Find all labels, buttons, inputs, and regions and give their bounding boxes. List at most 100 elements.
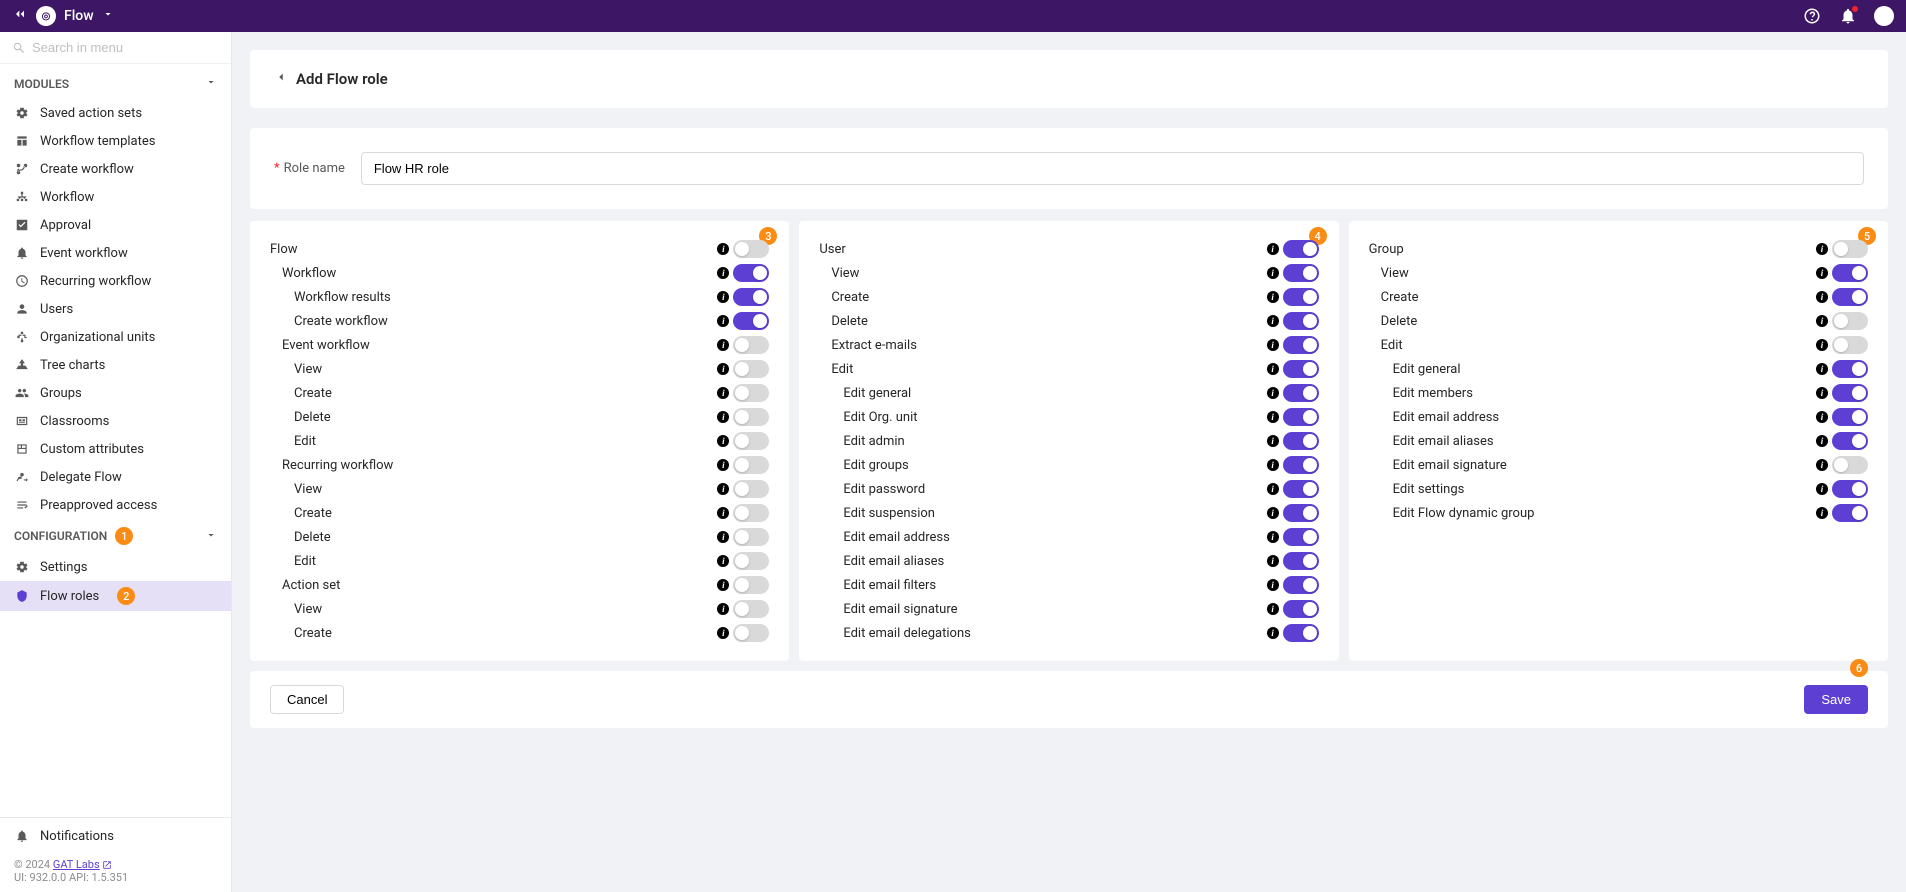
sidebar-item-event-workflow[interactable]: Event workflow: [0, 239, 231, 267]
permission-toggle[interactable]: [1283, 360, 1319, 378]
permission-toggle[interactable]: [733, 432, 769, 450]
info-icon[interactable]: i: [717, 411, 729, 423]
info-icon[interactable]: i: [717, 627, 729, 639]
copyright-link[interactable]: GAT Labs: [53, 858, 100, 871]
info-icon[interactable]: i: [1816, 435, 1828, 447]
permission-toggle[interactable]: [1283, 480, 1319, 498]
permission-toggle[interactable]: [1832, 384, 1868, 402]
info-icon[interactable]: i: [717, 435, 729, 447]
info-icon[interactable]: i: [1267, 627, 1279, 639]
permission-toggle[interactable]: [1283, 384, 1319, 402]
info-icon[interactable]: i: [1267, 315, 1279, 327]
permission-toggle[interactable]: [1283, 504, 1319, 522]
permission-toggle[interactable]: [733, 312, 769, 330]
cancel-button[interactable]: Cancel: [270, 685, 344, 714]
permission-toggle[interactable]: [733, 528, 769, 546]
info-icon[interactable]: i: [717, 363, 729, 375]
info-icon[interactable]: i: [1267, 267, 1279, 279]
info-icon[interactable]: i: [1267, 459, 1279, 471]
permission-toggle[interactable]: [1283, 288, 1319, 306]
info-icon[interactable]: i: [1267, 579, 1279, 591]
role-name-input[interactable]: [361, 152, 1864, 185]
permission-toggle[interactable]: [1283, 408, 1319, 426]
permission-toggle[interactable]: [1283, 264, 1319, 282]
sidebar-item-preapproved-access[interactable]: Preapproved access: [0, 491, 231, 519]
info-icon[interactable]: i: [1816, 363, 1828, 375]
info-icon[interactable]: i: [1267, 555, 1279, 567]
info-icon[interactable]: i: [1267, 411, 1279, 423]
save-button[interactable]: Save: [1804, 685, 1868, 714]
info-icon[interactable]: i: [1267, 435, 1279, 447]
info-icon[interactable]: i: [717, 339, 729, 351]
permission-toggle[interactable]: [733, 480, 769, 498]
info-icon[interactable]: i: [717, 603, 729, 615]
permission-toggle[interactable]: [1283, 312, 1319, 330]
info-icon[interactable]: i: [717, 531, 729, 543]
permission-toggle[interactable]: [1832, 456, 1868, 474]
info-icon[interactable]: i: [717, 483, 729, 495]
permission-toggle[interactable]: [1283, 552, 1319, 570]
permission-toggle[interactable]: [1832, 288, 1868, 306]
info-icon[interactable]: i: [1267, 243, 1279, 255]
permission-toggle[interactable]: [1832, 336, 1868, 354]
sidebar-item-recurring-workflow[interactable]: Recurring workflow: [0, 267, 231, 295]
sidebar-item-groups[interactable]: Groups: [0, 379, 231, 407]
permission-toggle[interactable]: [1283, 576, 1319, 594]
info-icon[interactable]: i: [1267, 291, 1279, 303]
sidebar-item-flow-roles[interactable]: Flow roles2: [0, 581, 231, 611]
info-icon[interactable]: i: [717, 579, 729, 591]
info-icon[interactable]: i: [1816, 483, 1828, 495]
sidebar-item-workflow[interactable]: Workflow: [0, 183, 231, 211]
info-icon[interactable]: i: [1267, 603, 1279, 615]
permission-toggle[interactable]: [1283, 432, 1319, 450]
sidebar-item-classrooms[interactable]: Classrooms: [0, 407, 231, 435]
permission-toggle[interactable]: [1832, 312, 1868, 330]
sidebar-item-notifications[interactable]: Notifications: [0, 818, 231, 854]
permission-toggle[interactable]: [733, 504, 769, 522]
permission-toggle[interactable]: [1283, 240, 1319, 258]
info-icon[interactable]: i: [1267, 363, 1279, 375]
permission-toggle[interactable]: [1832, 240, 1868, 258]
configuration-section-header[interactable]: CONFIGURATION 1: [0, 519, 231, 553]
info-icon[interactable]: i: [717, 387, 729, 399]
permission-toggle[interactable]: [733, 384, 769, 402]
permission-toggle[interactable]: [733, 336, 769, 354]
sidebar-item-approval[interactable]: Approval: [0, 211, 231, 239]
info-icon[interactable]: i: [1267, 531, 1279, 543]
info-icon[interactable]: i: [1816, 339, 1828, 351]
info-icon[interactable]: i: [717, 507, 729, 519]
sidebar-item-tree-charts[interactable]: Tree charts: [0, 351, 231, 379]
info-icon[interactable]: i: [717, 459, 729, 471]
modules-section-header[interactable]: MODULES: [0, 68, 231, 99]
notifications-icon[interactable]: [1838, 6, 1858, 26]
info-icon[interactable]: i: [717, 267, 729, 279]
permission-toggle[interactable]: [1832, 264, 1868, 282]
info-icon[interactable]: i: [1267, 507, 1279, 519]
permission-toggle[interactable]: [1283, 456, 1319, 474]
info-icon[interactable]: i: [1816, 387, 1828, 399]
user-avatar-icon[interactable]: [1874, 6, 1894, 26]
permission-toggle[interactable]: [1832, 504, 1868, 522]
permission-toggle[interactable]: [733, 552, 769, 570]
permission-toggle[interactable]: [1283, 336, 1319, 354]
sidebar-item-users[interactable]: Users: [0, 295, 231, 323]
info-icon[interactable]: i: [1267, 387, 1279, 399]
permission-toggle[interactable]: [1283, 528, 1319, 546]
permission-toggle[interactable]: [733, 360, 769, 378]
info-icon[interactable]: i: [717, 243, 729, 255]
info-icon[interactable]: i: [1816, 459, 1828, 471]
sidebar-collapse-icon[interactable]: [12, 6, 28, 26]
info-icon[interactable]: i: [717, 291, 729, 303]
permission-toggle[interactable]: [733, 456, 769, 474]
permission-toggle[interactable]: [1832, 408, 1868, 426]
info-icon[interactable]: i: [1816, 243, 1828, 255]
back-icon[interactable]: [274, 70, 288, 88]
search-input[interactable]: [32, 40, 219, 55]
info-icon[interactable]: i: [1816, 291, 1828, 303]
info-icon[interactable]: i: [1816, 411, 1828, 423]
info-icon[interactable]: i: [1816, 507, 1828, 519]
info-icon[interactable]: i: [1816, 315, 1828, 327]
sidebar-item-saved-action-sets[interactable]: Saved action sets: [0, 99, 231, 127]
permission-toggle[interactable]: [733, 240, 769, 258]
info-icon[interactable]: i: [1267, 339, 1279, 351]
